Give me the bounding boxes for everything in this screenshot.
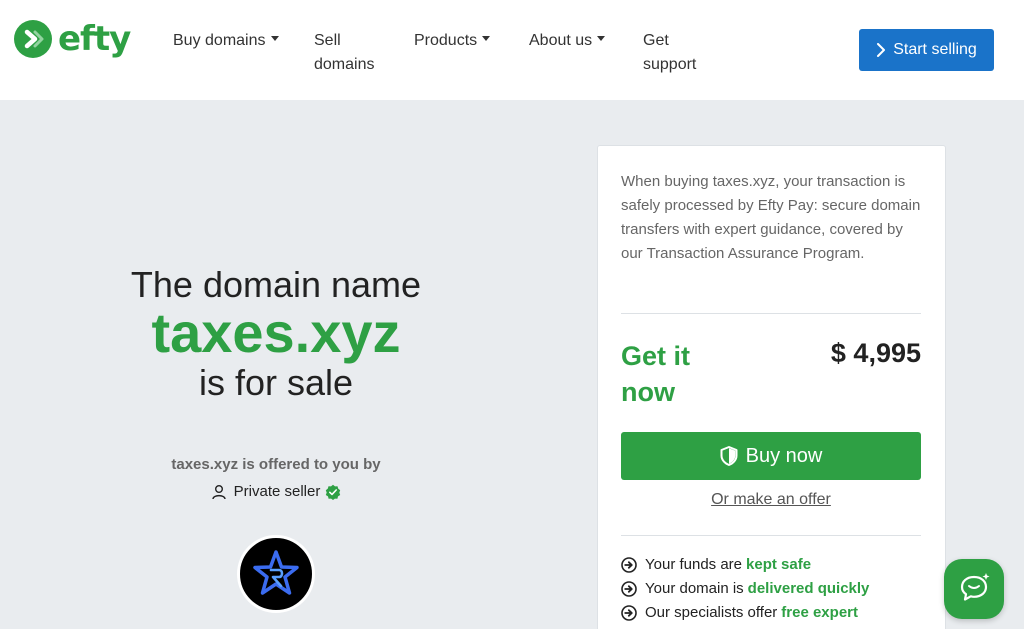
nav-sell-domains[interactable]: Sell domains	[314, 29, 374, 77]
start-selling-label: Start selling	[893, 41, 977, 58]
verified-badge-icon	[326, 484, 341, 500]
arrow-circle-icon	[621, 605, 637, 621]
transaction-info-text: When buying taxes.xyz, your transaction …	[621, 173, 921, 262]
logo-text: efty	[58, 19, 131, 59]
nav-get-support[interactable]: Get support	[643, 29, 696, 77]
nav-products[interactable]: Products	[414, 29, 491, 53]
benefit-highlight: delivered quickly	[747, 580, 870, 597]
person-icon	[211, 485, 226, 500]
seller-avatar[interactable]	[237, 535, 315, 613]
make-offer-link[interactable]: Or make an offer	[621, 490, 921, 510]
benefit-text: Your funds are	[645, 556, 743, 573]
buy-now-label: Buy now	[745, 444, 823, 467]
benefit-text: Our specialists offer	[645, 604, 778, 621]
benefit-highlight: free expert	[781, 604, 858, 621]
nav-products-label: Products	[414, 32, 478, 49]
nav-buy-domains-label: Buy domains	[173, 32, 266, 49]
benefit-highlight: kept safe	[746, 556, 812, 573]
nav-about-us[interactable]: About us	[529, 29, 606, 53]
seller-label: Private seller	[233, 483, 321, 500]
purchase-card: When buying taxes.xyz, your transaction …	[597, 145, 946, 629]
benefit-text: Your domain is	[645, 580, 744, 597]
divider	[621, 313, 921, 314]
get-it-now-label: Get it now	[621, 341, 691, 407]
site-header: efty Buy domains Sell domains Products A…	[0, 0, 1024, 100]
caret-down-icon	[270, 36, 279, 42]
buy-now-button[interactable]: Buy now	[621, 432, 921, 480]
arrow-circle-icon	[621, 581, 637, 597]
price: $ 4,995	[830, 338, 921, 368]
offered-by-text: taxes.xyz is offered to you by	[171, 456, 381, 473]
caret-down-icon	[597, 36, 606, 42]
benefit-item: Our specialists offer free expert	[621, 601, 926, 625]
chat-button[interactable]	[944, 559, 1004, 619]
hero-heading-line3: is for sale	[198, 362, 354, 403]
benefit-item: Your funds are kept safe	[621, 553, 926, 577]
star-logo-icon	[253, 550, 299, 595]
chevron-right-icon	[877, 43, 886, 57]
benefits-list: Your funds are kept safe Your domain is …	[621, 553, 926, 625]
nav-about-us-label: About us	[529, 32, 593, 49]
nav-get-support-line1: Get	[643, 32, 669, 49]
start-selling-button[interactable]: Start selling	[859, 29, 994, 71]
hero-domain-name: taxes.xyz	[151, 301, 401, 364]
caret-down-icon	[482, 36, 491, 42]
nav-get-support-line2: support	[643, 56, 697, 73]
efty-logo[interactable]: efty	[14, 19, 131, 59]
benefit-item: Your domain is delivered quickly	[621, 577, 926, 601]
nav-sell-domains-line1: Sell	[314, 32, 341, 49]
divider	[621, 535, 921, 536]
arrow-circle-icon	[621, 557, 637, 573]
seller-info[interactable]: Private seller	[0, 482, 552, 502]
nav-sell-domains-line2: domains	[314, 56, 375, 73]
hero-heading-line1: The domain name	[130, 264, 422, 305]
shield-icon	[720, 446, 738, 466]
nav-buy-domains[interactable]: Buy domains	[173, 29, 279, 53]
efty-logo-icon	[14, 20, 52, 58]
chat-bubble-icon	[960, 573, 990, 601]
